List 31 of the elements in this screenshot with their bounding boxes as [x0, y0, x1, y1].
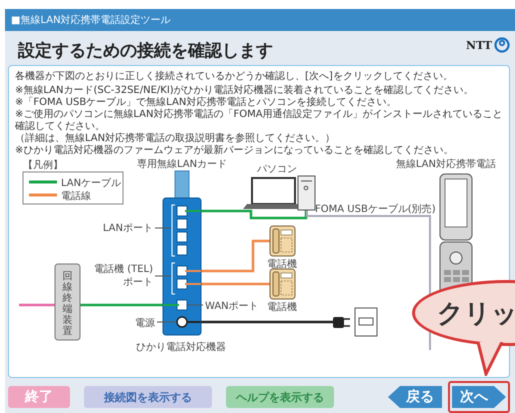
legend-label: LANケーブル: [61, 178, 122, 189]
power-label: 電源: [135, 318, 155, 329]
logo-text: NTT: [466, 38, 492, 52]
callout-text: クリッ: [437, 298, 515, 330]
window-title: ■無線LAN対応携帯電話設定ツール: [11, 14, 171, 27]
legend-label: 電話線: [61, 190, 91, 202]
note-text: （詳細は、無線LAN対応携帯電話の取扱説明書を参照してください。）: [15, 132, 336, 144]
next-button[interactable]: 次へ: [452, 386, 506, 408]
wan-port-label: WANポート: [205, 300, 259, 312]
pc-label: パソコン: [257, 164, 297, 175]
onu-label: 回線終端装置: [62, 270, 72, 337]
toolbar-button[interactable]: ヘルプを表示する: [226, 386, 334, 408]
toolbar-button[interactable]: 終了: [8, 386, 70, 408]
router-label: ひかり電話対応機器: [136, 342, 226, 353]
mobile-label: 無線LAN対応携帯電話: [396, 158, 496, 170]
lan-port-label: LANポート: [102, 222, 153, 234]
page-heading: 設定するための接続を確認します: [18, 40, 273, 62]
note-text: ※ご使用のパソコンに無線LAN対応携帯電話の「FOMA用通信設定ファイル」がインストールされていること確認してください。: [15, 108, 503, 132]
toolbar-button[interactable]: 接続図を表示する: [84, 386, 212, 408]
legend-title: 【凡例】: [23, 160, 63, 171]
usb-cable-label: FOMA USBケーブル(別売): [315, 204, 436, 215]
note-text: ※無線LANカード(SC-32SE/NE/KI)がひかり電話対応機器に装着されていることを確認してください。: [15, 84, 475, 96]
telephone-label: 電話機: [267, 258, 297, 270]
back-button[interactable]: 戻る: [388, 386, 442, 408]
telephone-label: 電話機: [267, 302, 297, 313]
note-text: ※「FOMA USBケーブル」で無線LAN対応携帯電話とパソコンを接続してください。: [15, 96, 398, 108]
note-text: ※ひかり電話対応機器のファームウェアが最新バージョンになっていることを確認してください。: [15, 144, 454, 157]
tel-port-label: 電話機 (TEL): [94, 264, 153, 275]
tel-port-label: ポート: [123, 276, 153, 288]
card-label: 専用無線LANカード: [136, 158, 228, 170]
instruction-text: 各機器が下図のとおりに正しく接続されているかどうか確認し、[次へ]をクリックしてください。: [15, 70, 454, 83]
